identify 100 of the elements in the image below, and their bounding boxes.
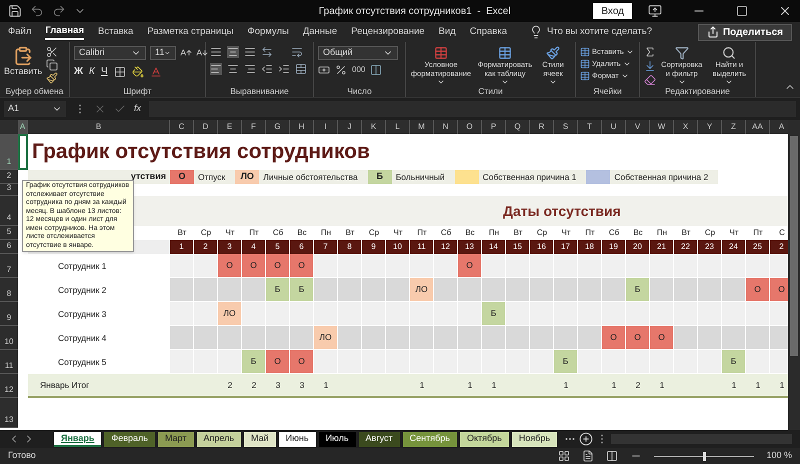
copy-icon[interactable]	[46, 59, 58, 71]
add-sheet-icon[interactable]	[579, 432, 594, 446]
sheet-tab[interactable]: Июль	[318, 432, 356, 446]
align-middle-icon[interactable]	[227, 46, 239, 58]
indent-increase-icon[interactable]	[278, 63, 290, 75]
menu-tab[interactable]: Вид	[438, 24, 456, 40]
undo-icon[interactable]	[30, 4, 44, 18]
day-cell	[602, 350, 626, 374]
sheet-tab[interactable]: Август	[358, 432, 400, 446]
lightbulb-icon[interactable]	[529, 25, 543, 39]
day-cell	[434, 326, 458, 350]
share-icon[interactable]	[706, 26, 719, 38]
cut-icon[interactable]	[46, 46, 58, 58]
enter-icon[interactable]	[114, 103, 126, 115]
menu-tab[interactable]: Данные	[302, 24, 338, 40]
table-icon[interactable]	[434, 46, 448, 60]
sign-in-button[interactable]: Вход	[593, 3, 632, 19]
align-right-icon[interactable]	[244, 63, 256, 75]
brush-icon[interactable]	[546, 46, 560, 60]
paste-button[interactable]: Вставить	[4, 46, 42, 77]
font-color-icon[interactable]	[150, 66, 162, 78]
number-format-dropdown[interactable]: Общий	[318, 46, 398, 60]
weekday-label: Вс	[297, 227, 307, 239]
total-value: 1	[756, 378, 760, 392]
name-box[interactable]: A1	[4, 101, 66, 117]
table-icon[interactable]	[580, 59, 590, 69]
sheet-tab[interactable]: Октябрь	[460, 432, 509, 446]
scrollbar-thumb[interactable]	[790, 136, 798, 356]
page-break-icon[interactable]	[606, 450, 618, 462]
save-icon[interactable]	[8, 4, 22, 18]
align-center-icon[interactable]	[227, 63, 239, 75]
sheet-tab[interactable]: Июнь	[278, 432, 316, 446]
table-icon[interactable]	[498, 46, 512, 60]
table-icon[interactable]	[580, 71, 590, 81]
sum-icon[interactable]	[644, 46, 656, 58]
sheet-tab[interactable]: Январь	[54, 432, 102, 446]
align-left-icon[interactable]	[210, 63, 222, 75]
share-button[interactable]: Поделиться	[698, 24, 792, 40]
wrap-text-icon[interactable]	[291, 46, 303, 58]
indent-decrease-icon[interactable]	[261, 63, 273, 75]
sheet-tab[interactable]: Май	[244, 432, 276, 446]
close-icon[interactable]	[778, 4, 792, 18]
thousands-button[interactable]: 000	[352, 64, 366, 76]
fill-icon[interactable]	[644, 60, 656, 72]
normal-view-icon[interactable]	[558, 450, 570, 462]
currency-icon[interactable]	[318, 64, 330, 76]
table-icon[interactable]	[580, 47, 590, 57]
borders-icon[interactable]	[114, 66, 126, 78]
sheet-tab[interactable]: Март	[158, 432, 194, 446]
sheet-tab[interactable]: Ноябрь	[512, 432, 558, 446]
fill-color-icon[interactable]	[132, 66, 144, 78]
weekday-label: Вт	[178, 227, 186, 239]
column-header: T	[587, 121, 592, 133]
ribbon-display-icon[interactable]	[648, 4, 662, 18]
menu-tab[interactable]: Рецензирование	[351, 24, 425, 40]
cancel-icon[interactable]	[94, 103, 106, 115]
menu-tab[interactable]: Вставка	[98, 24, 134, 40]
sheet-tab[interactable]: Апрель	[196, 432, 242, 446]
align-bottom-icon[interactable]	[244, 46, 256, 58]
day-cell	[362, 326, 386, 350]
maximize-icon[interactable]	[736, 5, 748, 17]
underline-button[interactable]: Ч	[100, 64, 108, 79]
align-top-icon[interactable]	[210, 46, 222, 58]
font-name-dropdown[interactable]: Calibri	[74, 46, 146, 60]
day-cell	[746, 350, 770, 374]
font-size-dropdown[interactable]: 11	[150, 46, 176, 60]
tell-me-field[interactable]: Что вы хотите сделать?	[547, 24, 652, 40]
zoom-slider[interactable]	[654, 451, 754, 461]
selected-cell[interactable]	[18, 134, 28, 170]
sheet-tab[interactable]: Февраль	[104, 432, 155, 446]
search-icon[interactable]	[722, 46, 736, 60]
menu-tab[interactable]: Главная	[45, 24, 84, 40]
day-cell	[770, 326, 788, 350]
day-cell	[506, 278, 530, 302]
menu-tab[interactable]: Файл	[8, 24, 32, 40]
column-header: K	[370, 121, 376, 133]
italic-button[interactable]: К	[89, 64, 95, 79]
row-number: 5	[6, 226, 12, 238]
redo-icon[interactable]	[52, 4, 66, 18]
bold-button[interactable]: Ж	[74, 64, 84, 79]
percent-icon[interactable]	[335, 64, 347, 76]
day-number: 2	[203, 241, 208, 253]
orientation-icon[interactable]	[261, 46, 273, 58]
function-button[interactable]: fx	[134, 102, 142, 116]
menu-tab[interactable]: Разметка страницы	[147, 24, 234, 40]
page-layout-icon[interactable]	[582, 450, 594, 462]
clipboard-icon[interactable]	[13, 46, 34, 66]
filter-icon[interactable]	[674, 46, 689, 60]
day-cell	[194, 302, 218, 326]
row-number: 6	[6, 240, 12, 252]
day-cell	[482, 326, 506, 350]
absence-cell: Б	[290, 278, 314, 302]
absence-cell: Б	[626, 278, 650, 302]
day-number: 21	[657, 241, 666, 253]
eraser-icon[interactable]	[644, 74, 656, 86]
menu-tab[interactable]: Справка	[470, 24, 507, 40]
weekday-label: Вт	[682, 227, 690, 239]
menu-tab[interactable]: Формулы	[248, 24, 289, 40]
format-painter-icon[interactable]	[46, 72, 58, 84]
merge-icon[interactable]	[295, 63, 307, 75]
